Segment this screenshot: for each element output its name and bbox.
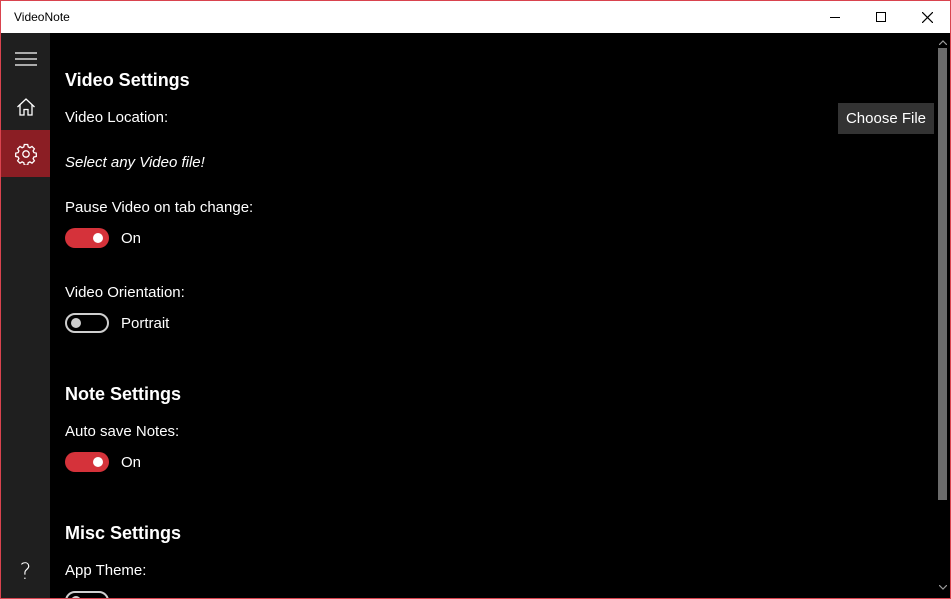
video-orientation-toggle[interactable] xyxy=(65,313,109,333)
close-icon xyxy=(921,11,933,23)
toggle-knob xyxy=(93,233,103,243)
pause-video-toggle[interactable] xyxy=(65,228,109,248)
hamburger-icon xyxy=(14,51,37,66)
nav-item-settings[interactable] xyxy=(1,130,50,177)
gear-icon xyxy=(14,143,37,165)
toggle-knob xyxy=(93,457,103,467)
app-window: VideoNote ? Video Settings Video Locatio… xyxy=(0,0,951,599)
note-settings-heading: Note Settings xyxy=(65,384,182,404)
minimize-icon xyxy=(830,17,840,18)
nav-pane: ? xyxy=(1,33,50,598)
app-theme-toggle[interactable] xyxy=(65,591,109,598)
pause-video-label: Pause Video on tab change: xyxy=(65,199,254,216)
chevron-down-icon xyxy=(939,584,947,590)
scroll-up-button[interactable] xyxy=(936,36,950,48)
video-location-label: Video Location: xyxy=(65,109,169,126)
nav-menu-button[interactable] xyxy=(1,35,50,82)
choose-file-button[interactable]: Choose File xyxy=(838,103,934,134)
app-theme-toggle-row xyxy=(65,590,121,598)
video-settings-heading: Video Settings xyxy=(65,70,190,90)
settings-content: Video Settings Video Location: Choose Fi… xyxy=(50,33,936,598)
title-bar[interactable]: VideoNote xyxy=(1,1,950,33)
auto-save-toggle[interactable] xyxy=(65,452,109,472)
minimize-button[interactable] xyxy=(812,1,858,33)
scroll-down-button[interactable] xyxy=(936,581,950,593)
toggle-knob xyxy=(71,318,81,328)
close-button[interactable] xyxy=(904,1,950,33)
scroll-thumb[interactable] xyxy=(938,48,947,500)
video-orientation-label: Video Orientation: xyxy=(65,284,185,301)
maximize-button[interactable] xyxy=(858,1,904,33)
video-location-hint: Select any Video file! xyxy=(65,154,205,171)
question-icon: ? xyxy=(19,560,32,585)
pause-video-toggle-row: On xyxy=(65,227,141,249)
maximize-icon xyxy=(876,12,886,22)
misc-settings-heading: Misc Settings xyxy=(65,523,182,543)
auto-save-state: On xyxy=(121,453,142,471)
app-theme-label: App Theme: xyxy=(65,562,147,579)
auto-save-label: Auto save Notes: xyxy=(65,423,180,440)
home-icon xyxy=(16,97,35,116)
nav-item-home[interactable] xyxy=(1,83,50,130)
auto-save-toggle-row: On xyxy=(65,451,141,473)
video-orientation-state: Portrait xyxy=(121,314,170,332)
window-title: VideoNote xyxy=(14,10,70,24)
vertical-scrollbar[interactable] xyxy=(936,33,950,598)
chevron-up-icon xyxy=(939,39,947,45)
pause-video-state: On xyxy=(121,229,142,247)
video-orientation-toggle-row: Portrait xyxy=(65,312,169,334)
nav-item-help[interactable]: ? xyxy=(1,549,50,596)
